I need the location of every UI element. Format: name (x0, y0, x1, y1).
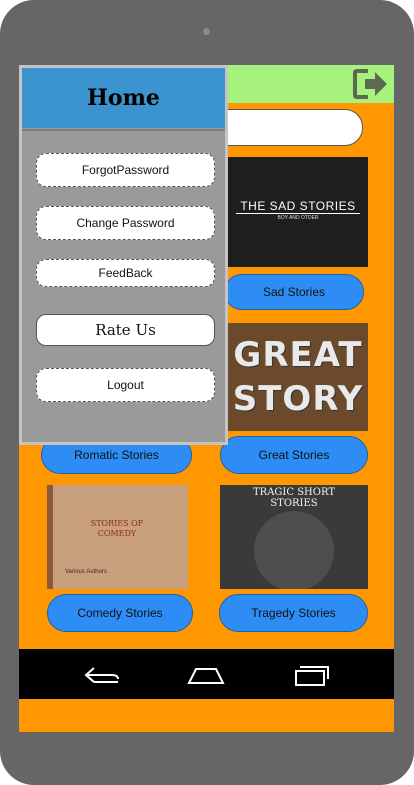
tragedy-stories-cover[interactable]: TRAGIC SHORT STORIES (220, 485, 368, 589)
sad-cover-subtitle: BOY AND OTDER (277, 215, 319, 221)
tragedy-cover-title: TRAGIC SHORT STORIES (253, 487, 335, 509)
sad-stories-button[interactable]: Sad Stories (224, 274, 364, 310)
sad-stories-cover[interactable]: THE SAD STORIES BOY AND OTDER (228, 157, 368, 267)
drawer-title: Home (22, 68, 225, 128)
sad-cover-title: THE SAD STORIES (240, 199, 356, 213)
comedy-stories-cover[interactable]: STORIES OF COMEDY Various Authors (47, 485, 188, 589)
phone-frame: ories THE SAD STORIES BOY AND OTDER Sad … (0, 0, 414, 785)
recent-apps-icon[interactable] (293, 662, 331, 688)
back-icon[interactable] (82, 663, 122, 687)
sad-cover-line (236, 213, 360, 214)
exit-button[interactable] (352, 67, 390, 101)
feedback-button[interactable]: FeedBack (36, 259, 215, 287)
great-stories-button[interactable]: Great Stories (220, 436, 368, 474)
app-screen: ories THE SAD STORIES BOY AND OTDER Sad … (19, 65, 394, 732)
comedy-stories-button[interactable]: Comedy Stories (47, 594, 193, 632)
logout-button[interactable]: Logout (36, 368, 215, 402)
home-icon[interactable] (187, 663, 225, 687)
forgot-password-button[interactable]: ForgotPassword (36, 153, 215, 187)
comedy-cover-spine (47, 485, 53, 589)
camera-dot (203, 28, 210, 35)
comedy-cover-author: Various Authors (65, 569, 107, 575)
navigation-drawer: Home ForgotPassword Change Password Feed… (19, 65, 228, 445)
tragedy-cover-face (254, 511, 334, 589)
exit-icon (353, 69, 387, 99)
change-password-button[interactable]: Change Password (36, 206, 215, 240)
tragedy-stories-button[interactable]: Tragedy Stories (219, 594, 368, 632)
great-stories-cover[interactable]: GREAT STORY (228, 323, 368, 431)
drawer-divider (22, 129, 225, 131)
great-cover-title: GREAT (233, 335, 363, 375)
rate-us-button[interactable]: Rate Us (36, 314, 215, 346)
system-nav-bar (19, 649, 394, 699)
great-cover-subtitle: STORY (232, 379, 364, 419)
comedy-cover-title: STORIES OF COMEDY (90, 519, 144, 538)
